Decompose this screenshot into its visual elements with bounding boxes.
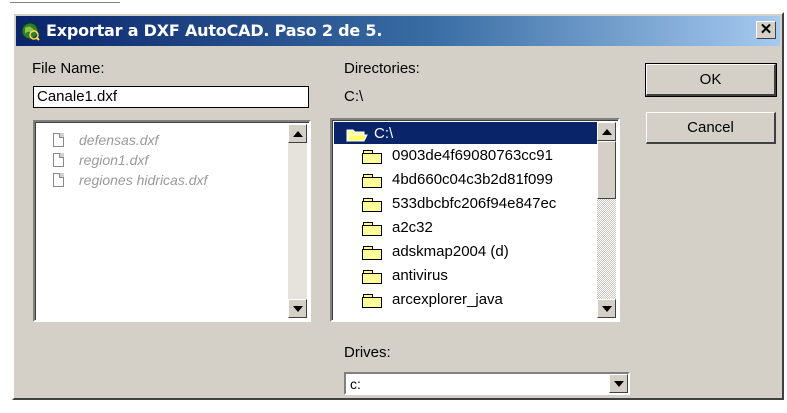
file-name-input[interactable]: Canale1.dxf bbox=[33, 86, 309, 108]
ok-button[interactable]: OK bbox=[645, 63, 777, 97]
scroll-down-button[interactable] bbox=[288, 299, 307, 318]
file-list[interactable]: defensas.dxf region1.dxf regiones hidric… bbox=[33, 120, 311, 322]
directories-label: Directories: bbox=[344, 60, 420, 77]
scroll-down-button[interactable] bbox=[597, 299, 616, 318]
drives-value: c: bbox=[350, 376, 361, 392]
folder-icon bbox=[362, 198, 384, 212]
title-bar[interactable]: Exportar a DXF AutoCAD. Paso 2 de 5. ✕ bbox=[16, 16, 780, 46]
file-list-scrollbar[interactable] bbox=[288, 124, 307, 318]
scroll-track[interactable] bbox=[597, 199, 616, 299]
scroll-up-button[interactable] bbox=[597, 122, 616, 141]
folder-icon bbox=[362, 246, 384, 260]
open-folder-icon bbox=[346, 129, 368, 142]
document-icon bbox=[53, 133, 64, 147]
arrow-up-icon bbox=[602, 129, 612, 135]
globe-icon bbox=[21, 22, 40, 41]
cancel-button[interactable]: Cancel bbox=[646, 112, 776, 144]
scroll-thumb[interactable] bbox=[597, 141, 616, 199]
arrow-down-icon bbox=[602, 306, 612, 312]
directory-list-scrollbar[interactable] bbox=[597, 122, 616, 318]
document-icon bbox=[53, 173, 64, 187]
document-icon bbox=[53, 153, 64, 167]
screen: { "window": { "title": "Exportar a DXF A… bbox=[0, 0, 787, 413]
dialog-title: Exportar a DXF AutoCAD. Paso 2 de 5. bbox=[46, 21, 383, 40]
drives-label: Drives: bbox=[344, 344, 391, 361]
folder-icon bbox=[362, 150, 384, 164]
export-dxf-dialog: Exportar a DXF AutoCAD. Paso 2 de 5. ✕ F… bbox=[12, 12, 784, 400]
file-name-label: File Name: bbox=[32, 60, 105, 77]
directory-list[interactable]: C:\ 0903de4f69080763cc91 4bd660c04c3b2d8… bbox=[330, 118, 620, 322]
drives-dropdown-button[interactable] bbox=[609, 374, 628, 393]
scroll-up-button[interactable] bbox=[288, 124, 307, 143]
folder-icon bbox=[362, 270, 384, 284]
arrow-down-icon bbox=[293, 306, 303, 312]
folder-icon bbox=[362, 222, 384, 236]
current-directory: C:\ bbox=[344, 88, 364, 105]
folder-icon bbox=[362, 174, 384, 188]
drives-select[interactable]: c: bbox=[344, 372, 630, 395]
background-window-strip-bottom bbox=[0, 400, 787, 413]
chevron-down-icon bbox=[614, 381, 624, 387]
folder-icon bbox=[362, 294, 384, 308]
arrow-up-icon bbox=[293, 131, 303, 137]
close-button[interactable]: ✕ bbox=[756, 21, 776, 39]
